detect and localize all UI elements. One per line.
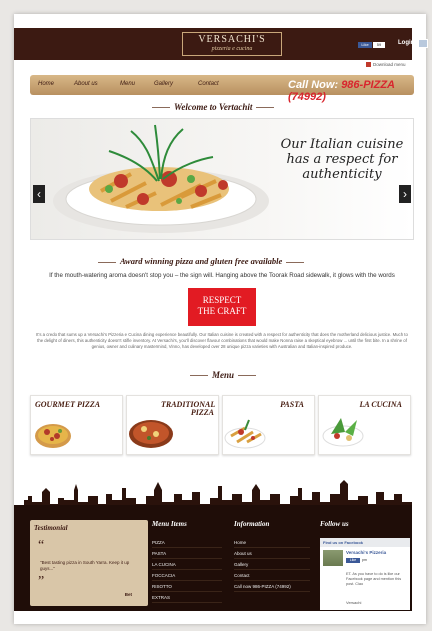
pizza-image <box>35 424 71 448</box>
nav-item-about[interactable]: About us <box>74 81 98 87</box>
facebook-widget-title: Find us on Facebook <box>320 538 410 547</box>
slider-next-button[interactable]: › <box>399 185 411 203</box>
login-icon[interactable] <box>418 39 428 48</box>
sign-line-1: RESPECT <box>202 295 242 305</box>
cucina-dish-image <box>322 418 364 447</box>
nav-item-gallery[interactable]: Gallery <box>154 81 173 87</box>
testimonial-title: Testimonial <box>34 524 68 532</box>
footer-link-about[interactable]: About us <box>234 548 310 559</box>
download-menu-link[interactable]: Download menu <box>366 62 406 68</box>
footer-link-pasta[interactable]: PASTA <box>152 548 222 559</box>
menu-card-title: PASTA <box>280 400 304 409</box>
menu-card-title: GOURMET PIZZA <box>35 400 101 409</box>
about-paragraph: It's a credo that sums up a Versachi's P… <box>36 332 408 349</box>
ornament-left <box>152 107 170 109</box>
ornament-right <box>286 261 305 263</box>
quote-open-icon: “ <box>38 538 45 553</box>
nav-item-contact[interactable]: Contact <box>198 81 219 87</box>
facebook-post-text: ET. As you have to do is like our Facebo… <box>346 572 402 586</box>
hero-slide-text: Our Italian cuisine has a respect for au… <box>280 137 404 182</box>
logo-tagline: pizzeria e cucina <box>211 46 253 52</box>
footer-information-title: Information <box>234 520 270 528</box>
footer-link-contact[interactable]: Contact <box>234 570 310 581</box>
ornament-right <box>238 375 257 377</box>
menu-card-traditional-pizza[interactable]: TRADITIONAL PIZZA <box>126 395 219 455</box>
chevron-right-icon: › <box>403 187 407 201</box>
quote-close-icon: ” <box>38 574 45 589</box>
nav-item-home[interactable]: Home <box>38 81 54 87</box>
ornament-right <box>256 107 275 109</box>
respect-the-craft-sign: RESPECT THE CRAFT <box>188 288 256 326</box>
menu-card-la-cucina[interactable]: LA CUCINA <box>318 395 411 455</box>
nav-item-menu[interactable]: Menu <box>120 81 135 87</box>
facebook-widget: Find us on Facebook Versachi's Pizzeria … <box>320 538 410 610</box>
login-link[interactable]: Login <box>398 40 414 46</box>
facebook-widget-count: pm <box>362 558 367 562</box>
menu-heading: Menu <box>186 370 260 380</box>
hero-slider: Our Italian cuisine has a respect for au… <box>30 118 414 240</box>
footer-link-call-now[interactable]: Call now 986-PIZZA (74992) <box>234 581 310 592</box>
footer-follow-title: Follow us <box>320 520 349 528</box>
call-now-label: Call Now: <box>288 79 339 91</box>
facebook-page-thumbnail[interactable] <box>323 550 343 566</box>
ornament-left <box>98 261 116 263</box>
footer-link-la-cucina[interactable]: LA CUCINA <box>152 559 222 570</box>
testimonial-text: "Best tasting pizza in South Yarra. Keep… <box>40 560 130 571</box>
footer-link-gallery[interactable]: Gallery <box>234 559 310 570</box>
call-now[interactable]: Call Now: 986-PIZZA (74992) <box>288 79 414 103</box>
download-menu-label: Download menu <box>373 62 406 67</box>
award-heading: Award winning pizza and gluten free avai… <box>94 256 308 266</box>
menu-card-gourmet-pizza[interactable]: GOURMET PIZZA <box>30 395 123 455</box>
award-heading-text: Award winning pizza and gluten free avai… <box>120 256 283 266</box>
facebook-post-author: Versachi <box>346 600 362 605</box>
main-nav: Home About us Menu Gallery Contact Call … <box>30 75 414 103</box>
footer-link-pizza[interactable]: PIZZA <box>152 537 222 548</box>
footer-follow-us: Follow us <box>320 520 410 537</box>
logo-text: VERSACHI'S <box>198 34 266 45</box>
footer-link-home[interactable]: Home <box>234 537 310 548</box>
site-header: VERSACHI'S pizzeria e cucina Like 59 Log… <box>14 28 428 60</box>
pizza-image <box>129 420 173 448</box>
menu-card-title: LA CUCINA <box>359 400 402 409</box>
footer-link-foccacia[interactable]: FOCCACIA <box>152 570 222 581</box>
footer-information: Information Home About us Gallery Contac… <box>234 520 310 592</box>
ornament-left <box>190 375 208 377</box>
facebook-like-button[interactable]: Like <box>358 42 372 48</box>
menu-card-pasta[interactable]: PASTA <box>222 395 315 455</box>
testimonial-box: Testimonial “ "Best tasting pizza in Sou… <box>30 520 148 606</box>
chevron-left-icon: ‹ <box>37 187 41 201</box>
testimonial-author: Bet <box>124 592 132 597</box>
site-logo[interactable]: VERSACHI'S pizzeria e cucina <box>182 32 282 56</box>
award-intro-text: If the mouth-watering aroma doesn't stop… <box>49 272 395 279</box>
facebook-page-name[interactable]: Versachi's Pizzeria <box>346 550 386 555</box>
pasta-image <box>224 419 266 449</box>
footer-link-extras[interactable]: EXTRAS <box>152 592 222 603</box>
slider-prev-button[interactable]: ‹ <box>33 185 45 203</box>
sign-line-2: THE CRAFT <box>197 306 247 316</box>
facebook-like-count: 59 <box>373 42 385 48</box>
pdf-icon <box>366 62 371 68</box>
menu-heading-text: Menu <box>212 370 235 380</box>
facebook-widget-like-button[interactable]: Like <box>346 558 360 563</box>
footer-menu-items: Menu Items PIZZA PASTA LA CUCINA FOCCACI… <box>152 520 222 603</box>
footer-menu-items-title: Menu Items <box>152 520 187 528</box>
pasta-dish-image <box>53 124 269 233</box>
welcome-heading-text: Welcome to Vertachit <box>174 102 253 112</box>
footer-link-risotto[interactable]: RISOTTO <box>152 581 222 592</box>
welcome-heading: Welcome to Vertachit <box>148 102 278 112</box>
